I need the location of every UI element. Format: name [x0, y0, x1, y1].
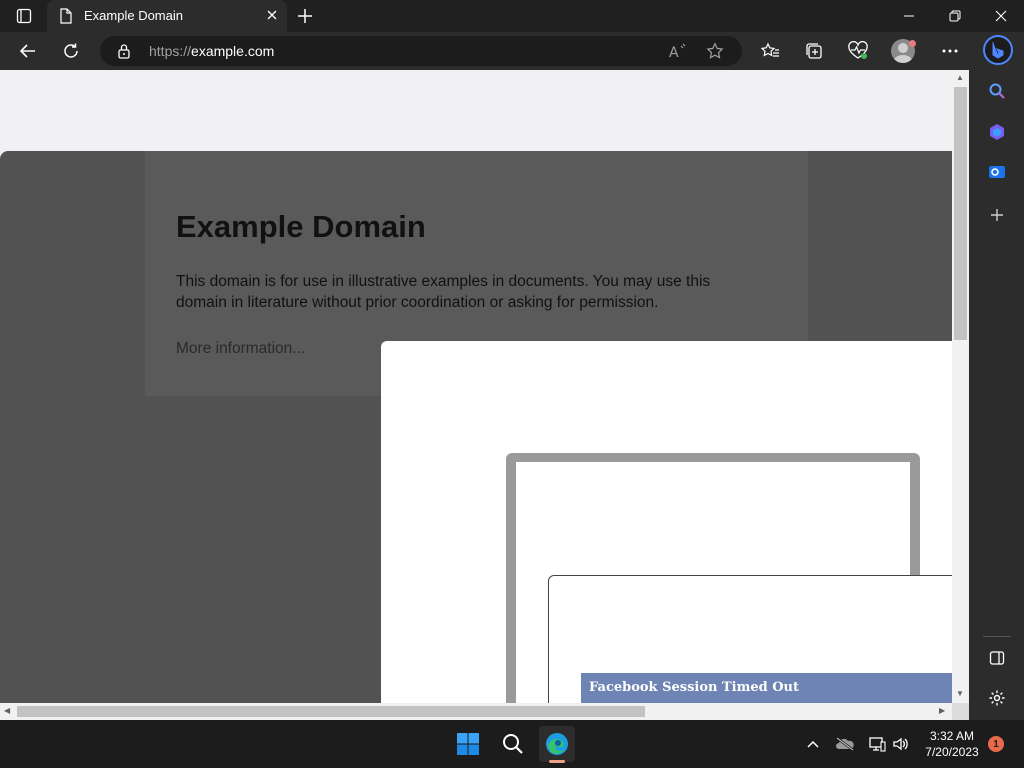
edge-active-indicator: [549, 760, 565, 763]
browser-toolbar: https://example.com A: [0, 32, 1024, 70]
facebook-dialog-header: Facebook Session Timed Out: [581, 673, 952, 703]
lock-icon[interactable]: [117, 43, 131, 64]
chevron-up-icon[interactable]: [802, 734, 824, 754]
notification-badge[interactable]: 1: [988, 736, 1004, 752]
facebook-dialog-title: Facebook Session Timed Out: [589, 680, 800, 695]
vertical-scroll-thumb[interactable]: [954, 87, 967, 340]
url-text[interactable]: https://example.com: [149, 43, 274, 59]
favorites-icon[interactable]: [754, 36, 786, 66]
more-icon[interactable]: [934, 36, 966, 66]
browser-essentials-icon[interactable]: [842, 36, 874, 66]
edge-icon[interactable]: [539, 726, 575, 762]
system-clock[interactable]: 3:32 AM 7/20/2023: [915, 728, 989, 760]
scroll-down-icon[interactable]: ▼: [956, 689, 964, 699]
tab-example-domain[interactable]: Example Domain: [47, 0, 287, 32]
network-icon[interactable]: [866, 734, 888, 754]
svg-text:A: A: [669, 45, 679, 60]
horizontal-scroll-thumb[interactable]: [17, 706, 645, 717]
refresh-icon[interactable]: [55, 36, 87, 66]
windows-start-icon[interactable]: [450, 726, 486, 762]
horizontal-scrollbar[interactable]: ◀ ▶: [0, 703, 952, 720]
clock-date: 7/20/2023: [925, 745, 979, 759]
page-title: Example Domain: [176, 209, 426, 244]
onedrive-icon[interactable]: [834, 734, 856, 754]
back-icon[interactable]: [12, 36, 44, 66]
favorite-star-icon[interactable]: [706, 42, 724, 65]
outlook-icon[interactable]: [984, 159, 1010, 185]
close-icon[interactable]: [265, 8, 279, 27]
settings-icon[interactable]: [984, 685, 1010, 711]
add-icon[interactable]: [984, 202, 1010, 228]
scroll-right-icon[interactable]: ▶: [939, 706, 945, 715]
plus-icon[interactable]: [295, 6, 315, 31]
page-description: This domain is for use in illustrative e…: [176, 273, 711, 311]
vertical-scrollbar[interactable]: ▲ ▼: [952, 70, 969, 703]
profile-status-dot: [909, 40, 916, 47]
copilot-icon[interactable]: [984, 119, 1010, 145]
collections-icon[interactable]: [798, 36, 830, 66]
more-information-link[interactable]: More information...: [176, 340, 305, 358]
page-viewport: Example Domain This domain is for use in…: [0, 70, 952, 703]
bing-chat-icon[interactable]: [983, 35, 1013, 65]
minimize-icon[interactable]: [886, 0, 932, 32]
scroll-left-icon[interactable]: ◀: [4, 706, 10, 715]
read-aloud-icon[interactable]: A: [668, 42, 688, 65]
sidebar-divider: [983, 636, 1011, 637]
restore-icon[interactable]: [932, 0, 978, 32]
search-icon[interactable]: [984, 78, 1010, 104]
volume-icon[interactable]: [890, 734, 912, 754]
scrollbar-corner: [952, 703, 969, 720]
address-bar[interactable]: https://example.com A: [100, 36, 742, 66]
taskbar: [0, 720, 1024, 768]
hide-sidebar-icon[interactable]: [984, 645, 1010, 671]
close-icon[interactable]: [978, 0, 1024, 32]
page-icon: [59, 8, 73, 29]
tab-actions-icon[interactable]: [8, 4, 40, 28]
search-icon[interactable]: [495, 726, 531, 762]
scroll-up-icon[interactable]: ▲: [956, 73, 964, 83]
tab-title: Example Domain: [84, 8, 183, 23]
tab-bar: Example Domain: [0, 0, 1024, 32]
clock-time: 3:32 AM: [929, 729, 975, 743]
